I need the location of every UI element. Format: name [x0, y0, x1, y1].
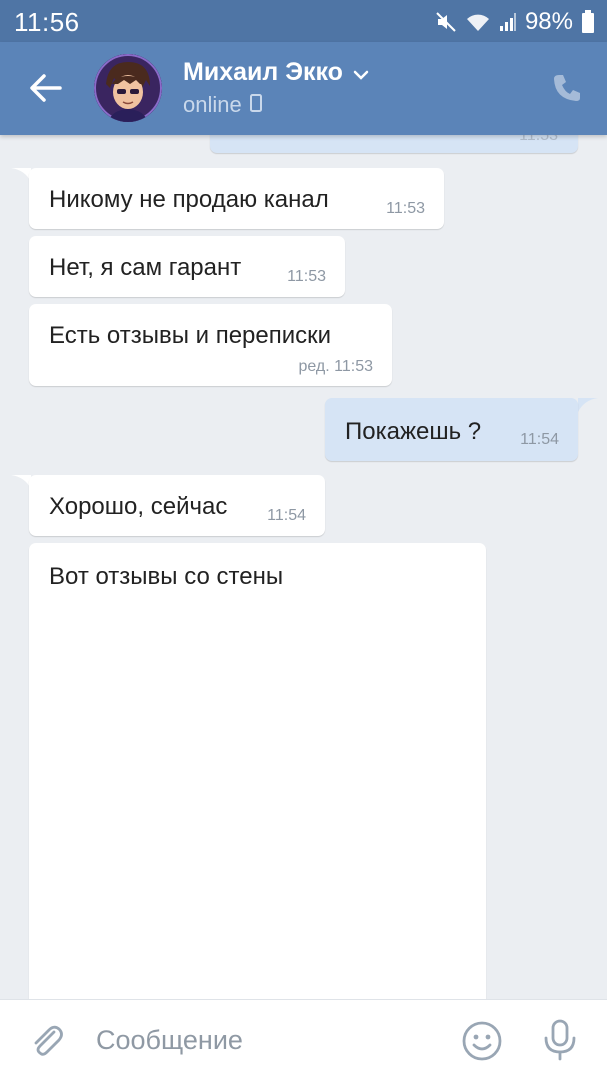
- message-time: 11:53: [287, 268, 326, 285]
- avatar[interactable]: [94, 54, 162, 122]
- message-bubble-outgoing[interactable]: 11:53: [210, 135, 578, 153]
- wifi-icon: [465, 11, 491, 33]
- message-time: 11:53: [519, 135, 558, 144]
- message-time: 11:53: [386, 200, 425, 217]
- message-time: 11:54: [520, 431, 559, 448]
- contact-status: online: [183, 92, 262, 118]
- bubble-tail: [578, 398, 598, 412]
- battery-percent: 98%: [524, 8, 573, 35]
- message-input[interactable]: [96, 1020, 426, 1060]
- message-composer: [0, 999, 607, 1081]
- message-bubble-incoming[interactable]: Есть отзывы и переписки ред. 11:53: [29, 304, 392, 386]
- paperclip-icon[interactable]: [28, 1022, 66, 1060]
- message-text: Хорошо, сейчас: [49, 493, 228, 520]
- message-text: Покажешь ?: [345, 418, 482, 445]
- mobile-phone-icon: [249, 92, 262, 118]
- message-text: Есть отзывы и переписки: [49, 322, 332, 349]
- signal-icon: [499, 12, 517, 32]
- contact-name[interactable]: Михаил Экко: [183, 58, 369, 87]
- emoji-icon[interactable]: [461, 1020, 503, 1062]
- message-bubble-incoming[interactable]: Нет, я сам гарант 11:53: [29, 236, 345, 297]
- back-arrow-icon[interactable]: [26, 70, 66, 106]
- status-time: 11:56: [14, 7, 80, 37]
- message-bubble-outgoing[interactable]: Покажешь ? 11:54: [325, 398, 578, 461]
- message-bubble-incoming[interactable]: Хорошо, сейчас 11:54: [29, 475, 325, 536]
- message-bubble-incoming[interactable]: Никому не продаю канал 11:53: [29, 168, 444, 229]
- phone-call-icon[interactable]: [551, 72, 583, 104]
- online-status-text: online: [183, 92, 242, 117]
- bubble-tail: [11, 475, 31, 489]
- status-icons: 98%: [435, 8, 595, 36]
- bubble-tail: [11, 168, 31, 182]
- message-time: ред. 11:53: [298, 358, 373, 375]
- battery-icon: [581, 10, 595, 34]
- microphone-icon[interactable]: [540, 1018, 580, 1062]
- message-bubble-incoming[interactable]: Вот отзывы со стены: [29, 543, 486, 999]
- chat-header: Михаил Экко online: [0, 42, 607, 135]
- mute-icon: [435, 11, 457, 33]
- message-text: Нет, я сам гарант: [49, 254, 242, 281]
- message-text: Никому не продаю канал: [49, 186, 329, 213]
- message-time: 11:54: [267, 507, 306, 524]
- status-bar: 11:56 98%: [0, 0, 607, 42]
- message-list[interactable]: 11:53 Никому не продаю канал 11:53 Нет, …: [0, 135, 607, 999]
- chevron-down-icon: [353, 58, 369, 87]
- message-text: Вот отзывы со стены: [49, 563, 284, 590]
- contact-name-text: Михаил Экко: [183, 58, 343, 86]
